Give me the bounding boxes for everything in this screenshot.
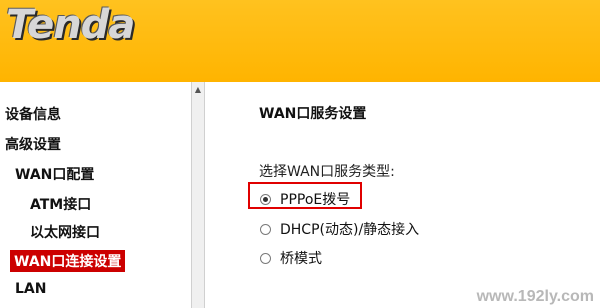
service-type-label: 选择WAN口服务类型: <box>259 164 395 180</box>
tenda-logo: Tenda <box>6 2 135 48</box>
radio-bridge[interactable] <box>260 252 271 264</box>
option-dhcp-static-label: DHCP(动态)/静态接入 <box>280 222 420 238</box>
sidebar-item-ethernet-interface[interactable]: 以太网接口 <box>30 222 100 242</box>
page-title: WAN口服务设置 <box>259 106 367 122</box>
watermark: www.192ly.com <box>476 288 594 305</box>
option-pppoe[interactable]: PPPoE拨号 <box>260 189 350 209</box>
sidebar-item-advanced-settings[interactable]: 高级设置 <box>5 134 61 154</box>
radio-pppoe[interactable] <box>260 193 271 205</box>
scroll-up-arrow-icon[interactable]: ▲ <box>192 82 204 96</box>
sidebar-item-wan-connection-settings[interactable]: WAN口连接设置 <box>10 250 126 272</box>
option-dhcp-static[interactable]: DHCP(动态)/静态接入 <box>260 219 419 239</box>
sidebar-scrollbar[interactable]: ▲ <box>191 82 205 308</box>
option-pppoe-label: PPPoE拨号 <box>280 192 351 208</box>
sidebar: 设备信息 高级设置 WAN口配置 ATM接口 以太网接口 WAN口连接设置 LA… <box>0 82 190 308</box>
option-bridge[interactable]: 桥模式 <box>260 248 322 268</box>
sidebar-item-device-info[interactable]: 设备信息 <box>5 104 61 124</box>
main-content: WAN口服务设置 选择WAN口服务类型: PPPoE拨号 DHCP(动态)/静态… <box>206 82 600 308</box>
sidebar-item-atm-interface[interactable]: ATM接口 <box>30 194 91 214</box>
option-bridge-label: 桥模式 <box>280 251 322 267</box>
sidebar-item-lan[interactable]: LAN <box>15 281 46 297</box>
sidebar-item-wan-config[interactable]: WAN口配置 <box>15 164 94 184</box>
radio-dhcp-static[interactable] <box>260 223 271 235</box>
header-banner: Tenda <box>0 0 600 82</box>
